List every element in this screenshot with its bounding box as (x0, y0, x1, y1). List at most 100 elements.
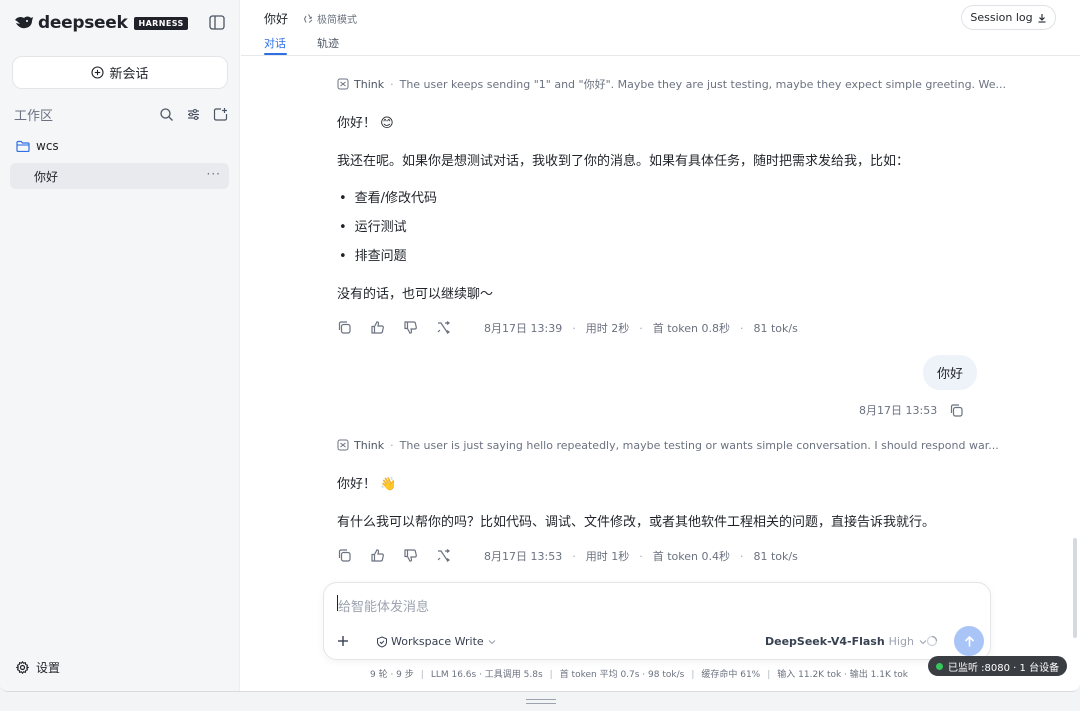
download-icon (1038, 13, 1046, 23)
session-log-button[interactable]: Session log (961, 5, 1056, 30)
listening-status-badge[interactable]: 已监听 :8080 · 1 台设备 (928, 656, 1067, 676)
brand[interactable]: deepseek HARNESS (14, 12, 188, 34)
user-message-meta: 8月17日 13:53 (859, 402, 964, 418)
model-level: High (888, 635, 914, 648)
message-timestamp: 8月17日 13:53 (484, 550, 563, 563)
smile-emoji-icon: 😊 (380, 116, 394, 131)
recycle-icon (303, 14, 313, 23)
attach-plus-icon[interactable] (331, 629, 355, 653)
search-icon[interactable] (159, 107, 174, 122)
conversation-title: 你好 (264, 12, 289, 26)
thumbs-down-icon[interactable] (403, 548, 419, 564)
message-composer[interactable]: 给智能体发消息 Workspace Write DeepSeek-V4-Flas… (323, 582, 991, 660)
think-separator: · (390, 77, 394, 91)
message-closing: 没有的话，也可以继续聊～ (337, 287, 494, 302)
workspace-folder[interactable]: wcs (16, 137, 59, 155)
minimal-mode-label: 极简模式 (317, 15, 357, 26)
message-duration: 用时 2秒 (585, 322, 630, 335)
workspace-header: 工作区 (14, 104, 228, 124)
tab-chat[interactable]: 对话 (264, 35, 286, 51)
message-paragraph: 我还在呢。如果你是想测试对话，我收到了你的消息。如果有具体任务，随时把需求发给我… (337, 154, 910, 169)
think-label: Think (354, 438, 385, 452)
loading-spinner-icon (926, 635, 938, 647)
meta-separator: · (572, 321, 576, 335)
sidebar: deepseek HARNESS 新会话 工作区 wcs 你好 ··· 设置 (0, 0, 240, 691)
branch-icon[interactable] (436, 320, 452, 336)
settings-button[interactable]: 设置 (16, 659, 60, 676)
more-options-icon[interactable]: ··· (207, 167, 221, 181)
user-message-text: 你好 (936, 367, 963, 382)
folder-icon (16, 140, 30, 152)
status-llm: LLM 16.6s · 工具调用 5.8s (430, 670, 543, 680)
list-item: 排查问题 (339, 245, 407, 264)
message-timestamp: 8月17日 13:39 (484, 322, 563, 335)
gear-icon (16, 661, 29, 674)
greeting-text: 你好！ (337, 477, 377, 492)
plus-circle-icon (91, 66, 105, 79)
meta-separator: · (572, 549, 576, 563)
top-bar: 你好 极简模式 对话 轨迹 Session log (241, 0, 1080, 56)
list-item: 查看/修改代码 (339, 187, 437, 206)
resize-handle[interactable] (526, 699, 556, 704)
brand-name: deepseek (38, 13, 128, 33)
minimal-mode-toggle[interactable]: 极简模式 (303, 11, 357, 26)
meta-separator: · (639, 321, 643, 335)
list-item: 运行测试 (339, 216, 407, 235)
workspace-title: 工作区 (14, 108, 54, 124)
user-message-bubble: 你好 (923, 355, 977, 390)
brand-tag: HARNESS (134, 16, 188, 30)
think-block[interactable]: Think · The user is just saying hello re… (337, 437, 999, 453)
new-chat-button[interactable]: 新会话 (12, 56, 228, 89)
status-turns: 9 轮 · 9 步 (370, 670, 414, 680)
session-label: 你好 (34, 169, 59, 184)
meta-separator: · (739, 321, 744, 335)
message-paragraph: 有什么我可以帮你的吗？比如代码、调试、文件修改，或者其他软件工程相关的问题，直接… (337, 515, 936, 530)
wave-emoji-icon: 👋 (380, 477, 397, 492)
copy-icon[interactable] (337, 548, 353, 564)
arrow-up-icon (964, 635, 974, 646)
scrollbar-thumb[interactable] (1073, 538, 1077, 638)
greeting-text: 你好！ (337, 116, 377, 131)
thumbs-down-icon[interactable] (403, 320, 419, 336)
copy-icon[interactable] (337, 320, 353, 336)
think-separator: · (390, 438, 394, 452)
think-text: The user keeps sending "1" and "你好". May… (399, 78, 1007, 91)
user-message-timestamp: 8月17日 13:53 (859, 404, 938, 417)
first-token-time: 首 token 0.4秒 (652, 550, 730, 563)
copy-icon[interactable] (949, 403, 964, 418)
send-button[interactable] (954, 626, 984, 656)
chevron-down-icon (488, 639, 496, 644)
folder-label: wcs (36, 139, 59, 153)
settings-label: 设置 (36, 661, 61, 675)
session-item[interactable]: 你好 ··· (10, 163, 229, 189)
message-input[interactable]: 给智能体发消息 (338, 596, 429, 615)
think-block[interactable]: Think · The user keeps sending "1" and "… (337, 76, 1006, 92)
message-line: 你好！ 👋 (337, 473, 396, 492)
thumbs-up-icon[interactable] (370, 548, 386, 564)
new-folder-icon[interactable] (213, 107, 228, 122)
think-text: The user is just saying hello repeatedly… (399, 438, 999, 452)
workspace-mode-select[interactable]: Workspace Write (376, 635, 499, 648)
meta-separator: · (639, 549, 643, 563)
message-actions: 8月17日 13:53 · 用时 1秒 · 首 token 0.4秒 · 81 … (337, 548, 798, 564)
whale-logo-icon (15, 16, 33, 29)
sidebar-toggle-icon[interactable] (209, 15, 225, 30)
brain-icon (337, 439, 349, 451)
message-line: 你好！ 😊 (337, 112, 394, 131)
shield-icon (377, 635, 387, 648)
branch-icon[interactable] (436, 548, 452, 564)
listening-label: 已监听 :8080 · 1 台设备 (948, 662, 1060, 674)
model-select[interactable]: DeepSeek-V4-Flash High (765, 635, 927, 648)
thumbs-up-icon[interactable] (370, 320, 386, 336)
filter-sliders-icon[interactable] (186, 107, 201, 122)
tab-trace[interactable]: 轨迹 (317, 35, 339, 51)
message-duration: 用时 1秒 (585, 550, 630, 563)
app-window: deepseek HARNESS 新会话 工作区 wcs 你好 ··· 设置 你… (0, 0, 1080, 692)
meta-separator: · (739, 549, 744, 563)
status-bar: 9 轮 · 9 步 | LLM 16.6s · 工具调用 5.8s | 首 token … (370, 670, 908, 680)
workspace-mode-label: Workspace Write (391, 635, 484, 648)
model-name: DeepSeek-V4-Flash (765, 635, 885, 648)
think-label: Think (354, 77, 385, 91)
new-chat-label: 新会话 (109, 67, 149, 82)
brain-icon (337, 78, 349, 90)
